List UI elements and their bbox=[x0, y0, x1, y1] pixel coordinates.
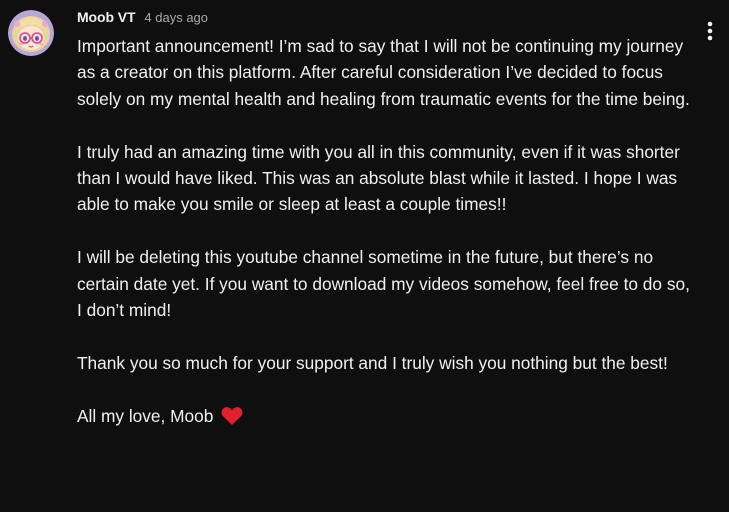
more-vertical-icon bbox=[707, 21, 713, 41]
red-heart-icon bbox=[221, 406, 243, 426]
post-paragraph: I will be deleting this youtube channel … bbox=[77, 247, 690, 321]
anime-girl-avatar-icon bbox=[8, 10, 54, 56]
author-name[interactable]: Moob VT bbox=[77, 9, 136, 25]
post-paragraph: Thank you so much for your support and I… bbox=[77, 352, 668, 373]
post-timestamp[interactable]: 4 days ago bbox=[144, 10, 208, 25]
post-body: Important announcement! I’m sad to say t… bbox=[77, 33, 697, 429]
post-header: Moob VT 4 days ago bbox=[77, 9, 208, 29]
post-signoff: All my love, Moob bbox=[77, 405, 214, 426]
channel-avatar[interactable] bbox=[8, 10, 54, 56]
post-signoff-line: All my love, Moob bbox=[77, 403, 697, 429]
more-actions-button[interactable] bbox=[700, 18, 720, 44]
post-paragraph: Important announcement! I’m sad to say t… bbox=[77, 36, 690, 109]
community-post: Moob VT 4 days ago Important announcemen… bbox=[0, 0, 729, 512]
post-paragraph: I truly had an amazing time with you all… bbox=[77, 141, 680, 215]
